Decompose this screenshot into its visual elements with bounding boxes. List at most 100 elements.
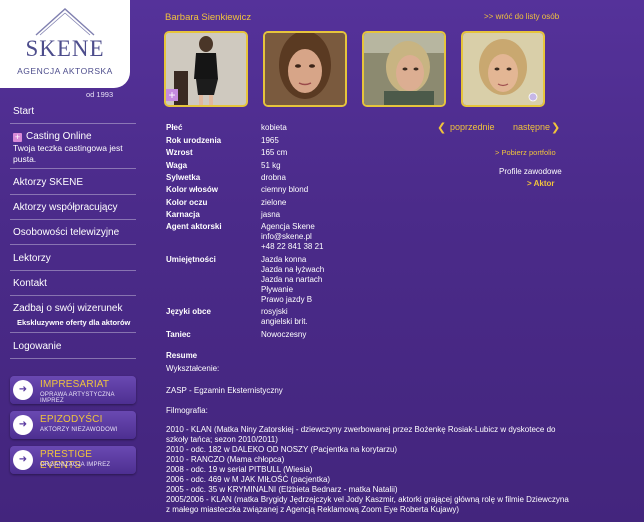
nav-divider bbox=[10, 295, 136, 296]
promo-prestige-events[interactable]: ➜ PRESTIGE EVENTS ORGANIZACJA IMPREZ bbox=[10, 446, 136, 474]
promo-subtitle: AKTORZY NIEZAWODOWI bbox=[40, 427, 118, 433]
actor-name: Barbara Sienkiewicz bbox=[165, 12, 252, 23]
filmography-line: 2005/2006 - KLAN (matka Brygidy Jędrzejc… bbox=[166, 495, 569, 504]
detail-label: Karnacja bbox=[166, 210, 200, 219]
nav-kontakt[interactable]: Kontakt bbox=[13, 278, 47, 289]
nav-wizerunek-sub[interactable]: Ekskluzywne oferty dla aktorów bbox=[17, 318, 130, 327]
detail-value: Jazda na łyżwach bbox=[261, 265, 325, 274]
detail-value: 51 kg bbox=[261, 161, 281, 170]
detail-value: Pływanie bbox=[261, 285, 294, 294]
filmography-line: 2010 - odc. 182 w DALEKO OD NOSZY (Pacje… bbox=[166, 445, 398, 454]
detail-value: drobna bbox=[261, 173, 286, 182]
actor-photo-portrait bbox=[463, 33, 543, 105]
filmography-label: Filmografia: bbox=[166, 406, 208, 415]
prev-link[interactable]: poprzednie bbox=[450, 122, 495, 132]
logo[interactable]: SKENE AGENCJA AKTORSKA bbox=[0, 0, 130, 88]
nav-casting-label: Casting Online bbox=[26, 131, 92, 142]
page: SKENE AGENCJA AKTORSKA od 1993 Start + Ca… bbox=[0, 0, 644, 522]
zoom-plus-icon[interactable]: + bbox=[166, 89, 178, 101]
filmography-line: z małego miasteczka związanej z Agencją … bbox=[166, 505, 460, 514]
promo-subtitle: OPRAWA ARTYSTYCZNA IMPREZ bbox=[40, 392, 115, 404]
filmography-line: 2010 - KLAN (Matka Niny Zatorskiej - dzi… bbox=[166, 425, 556, 434]
detail-value: Nowoczesny bbox=[261, 330, 307, 339]
promo-epizodysci[interactable]: ➜ EPIZODYŚCI AKTORZY NIEZAWODOWI bbox=[10, 411, 136, 439]
actor-photo-portrait bbox=[364, 33, 444, 105]
education-value: ZASP - Egzamin Eksternistyczny bbox=[166, 386, 283, 395]
roof-logo-icon bbox=[35, 8, 95, 36]
since-text: od 1993 bbox=[86, 90, 114, 99]
promo-subtitle: ORGANIZACJA IMPREZ bbox=[40, 462, 111, 468]
arrow-right-icon: ➜ bbox=[13, 380, 33, 400]
detail-value: Jazda konna bbox=[261, 255, 307, 264]
detail-value: zielone bbox=[261, 198, 287, 207]
detail-label: Waga bbox=[166, 161, 188, 170]
photo-thumbnail[interactable] bbox=[263, 31, 347, 107]
profile-label: Profile zawodowe bbox=[499, 167, 562, 176]
detail-label: Płeć bbox=[166, 123, 183, 132]
nav-divider bbox=[10, 219, 136, 220]
download-portfolio-link[interactable]: > Pobierz portfolio bbox=[495, 148, 556, 157]
resume-label: Resume bbox=[166, 351, 198, 360]
nav-lektorzy[interactable]: Lektorzy bbox=[13, 253, 51, 264]
next-link[interactable]: następne bbox=[513, 122, 550, 132]
nav-divider bbox=[10, 168, 136, 169]
photo-thumbnail[interactable] bbox=[362, 31, 446, 107]
nav-divider bbox=[10, 270, 136, 271]
nav-logowanie[interactable]: Logowanie bbox=[13, 341, 61, 352]
promo-impresariat[interactable]: ➜ IMPRESARIAT OPRAWA ARTYSTYCZNA IMPREZ bbox=[10, 376, 136, 404]
plus-icon: + bbox=[13, 132, 22, 142]
education-label: Wykształcenie: bbox=[166, 364, 220, 373]
detail-value: rosyjski bbox=[261, 307, 288, 316]
detail-label: Taniec bbox=[166, 330, 191, 339]
next-arrow-icon[interactable]: ❯ bbox=[551, 121, 560, 134]
nav-divider bbox=[10, 123, 136, 124]
nav-wizerunek[interactable]: Zadbaj o swój wizerunek bbox=[13, 303, 123, 314]
logo-subtitle: AGENCJA AKTORSKA bbox=[17, 66, 113, 76]
actor-photo-full-body bbox=[166, 33, 246, 105]
sidebar: SKENE AGENCJA AKTORSKA od 1993 Start + Ca… bbox=[0, 0, 144, 522]
nav-divider bbox=[10, 194, 136, 195]
nav-osobowosci[interactable]: Osobowości telewizyjne bbox=[13, 227, 119, 238]
actor-photo-portrait bbox=[265, 33, 345, 105]
arrow-right-icon: ➜ bbox=[13, 450, 33, 470]
filmography-line: 2006 - odc. 469 w M JAK MIŁOŚĆ (pacjentk… bbox=[166, 475, 331, 484]
promo-title: EPIZODYŚCI bbox=[40, 414, 103, 425]
detail-label: Wzrost bbox=[166, 148, 193, 157]
filmography-line: szkoły tańca; sezon 2010/2011) bbox=[166, 435, 278, 444]
nav-divider bbox=[10, 332, 136, 333]
agent-email-link[interactable]: info@skene.pl bbox=[261, 232, 312, 242]
back-to-list-link[interactable]: >> wróć do listy osób bbox=[484, 12, 559, 21]
detail-value: Prawo jazdy B bbox=[261, 295, 313, 304]
detail-value: ciemny blond bbox=[261, 185, 309, 194]
detail-value: 165 cm bbox=[261, 148, 288, 157]
filmography-line: 2005 - odc. 35 w KRYMINALNI (Elżbieta Be… bbox=[166, 485, 398, 494]
prev-arrow-icon[interactable]: ❮ bbox=[437, 121, 446, 134]
logo-name: SKENE bbox=[25, 36, 105, 61]
detail-value: +48 22 841 38 21 bbox=[261, 242, 324, 251]
detail-value: Jazda na nartach bbox=[261, 275, 323, 284]
nav-start[interactable]: Start bbox=[13, 106, 34, 117]
detail-label: Sylwetka bbox=[166, 173, 201, 182]
detail-label: Języki obce bbox=[166, 307, 211, 316]
nav-aktorzy-wspolpracujacy[interactable]: Aktorzy współpracujący bbox=[13, 202, 117, 213]
nav-divider bbox=[10, 358, 136, 359]
detail-value: Agencja Skene bbox=[261, 222, 315, 231]
arrow-right-icon: ➜ bbox=[13, 415, 33, 435]
detail-value: kobieta bbox=[261, 123, 287, 132]
casting-note: Twoja teczka castingowa jest pusta. bbox=[13, 143, 123, 164]
promo-title: IMPRESARIAT bbox=[40, 379, 110, 390]
detail-label: Rok urodzenia bbox=[166, 136, 222, 145]
nav-casting-online[interactable]: + Casting Online bbox=[13, 131, 92, 142]
detail-value: angielski brit. bbox=[261, 317, 308, 326]
filmography-line: 2010 - RANCZO (Mama chłopca) bbox=[166, 455, 285, 464]
detail-value: 1965 bbox=[261, 136, 279, 145]
detail-label: Agent aktorski bbox=[166, 222, 222, 231]
nav-divider bbox=[10, 244, 136, 245]
filmography-line: 2008 - odc. 19 w serial PITBULL (Wiesia) bbox=[166, 465, 313, 474]
profile-actor-link[interactable]: > Aktor bbox=[527, 179, 555, 188]
detail-label: Kolor oczu bbox=[166, 198, 208, 207]
photo-thumbnail[interactable] bbox=[461, 31, 545, 107]
detail-label: Kolor włosów bbox=[166, 185, 218, 194]
detail-value: jasna bbox=[261, 210, 281, 219]
nav-aktorzy-skene[interactable]: Aktorzy SKENE bbox=[13, 177, 83, 188]
